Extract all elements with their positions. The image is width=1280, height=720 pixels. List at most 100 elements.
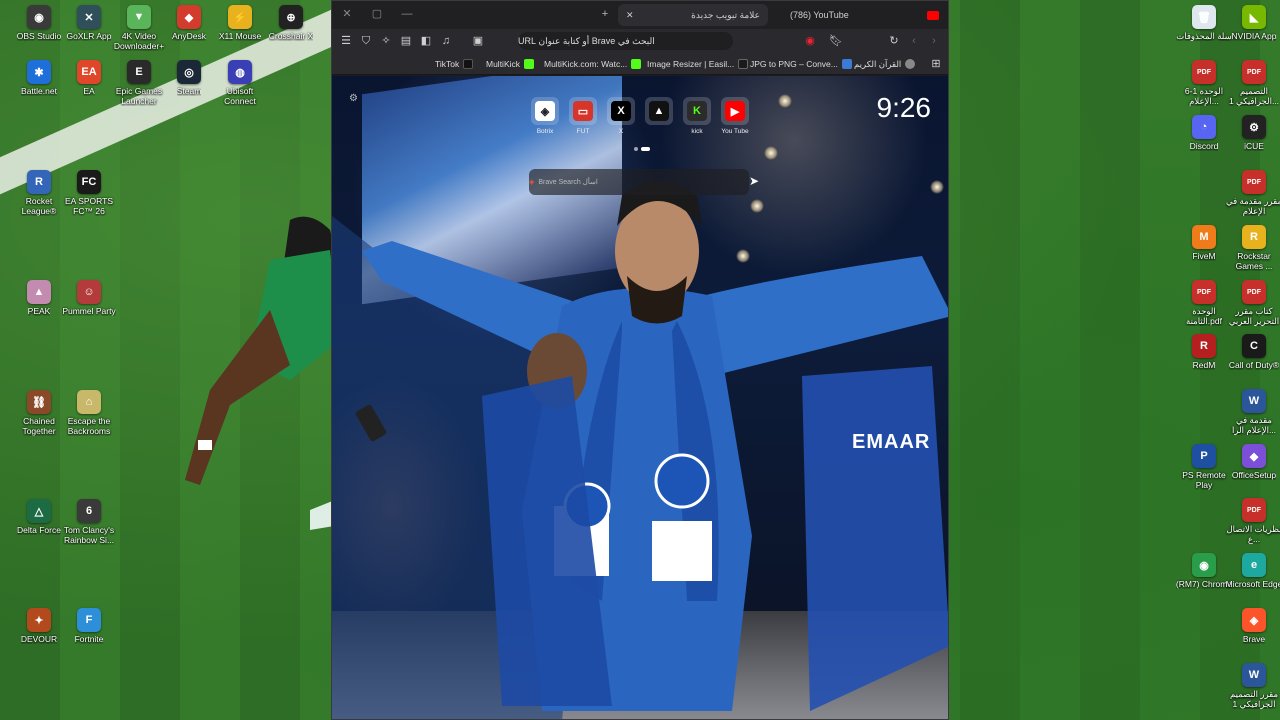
multikick-icon (631, 59, 642, 69)
desktop-icon-label: مقرر مقدمة في الإعلام (1226, 196, 1280, 216)
desktop-icon[interactable]: ⚡ X11 Mouse (211, 5, 269, 41)
page-dot-active[interactable] (641, 147, 650, 151)
bookmark-tiktok[interactable]: TikTok (435, 57, 474, 71)
top-site-label: FUT (576, 128, 590, 135)
menu-icon[interactable]: ☰ (338, 33, 354, 49)
desktop-icon[interactable]: ⌂ Escape the Backrooms (60, 390, 118, 436)
app-icon: ⚙ (1242, 115, 1266, 139)
top-site-tile[interactable]: ◈ Botrix (528, 97, 562, 135)
bookmark-multikick-watch[interactable]: MultiKick.com: Watc... (544, 57, 642, 71)
app-icon: ▲ (27, 280, 51, 304)
desktop-icon[interactable]: PDF التصميم الجرافيكي 1... (1225, 60, 1280, 106)
brave-search-input[interactable]: اسأل Brave Search ◈ (529, 169, 749, 195)
apps-grid-icon[interactable]: ⊞ (928, 56, 944, 72)
record-icon[interactable]: ◉ (802, 33, 818, 49)
minimize-icon[interactable]: — (400, 7, 414, 21)
settings-gear-icon[interactable]: ⚙ (349, 93, 358, 104)
close-tab-icon[interactable]: ✕ (626, 10, 634, 21)
bookmarks-bar: TikTok MultiKick MultiKick.com: Watc... … (332, 53, 948, 75)
tab-title: (786) YouTube (790, 10, 849, 20)
desktop-icon-label: EA SPORTS FC™ 26 (64, 196, 114, 216)
desktop-icon[interactable]: ☺ Pummel Party (60, 280, 118, 316)
desktop-icon-label: التصميم الجرافيكي 1... (1228, 86, 1280, 106)
desktop-icon[interactable]: ◆ AnyDesk (160, 5, 218, 41)
app-icon: ✦ (27, 608, 51, 632)
desktop-icon[interactable]: ◎ Steam (160, 60, 218, 96)
app-icon: e (1242, 553, 1266, 577)
screenshot-icon[interactable]: ▣ (470, 33, 486, 49)
app-icon: ⚡ (228, 5, 252, 29)
desktop-icon[interactable]: 6 Tom Clancy's Rainbow Si... (60, 499, 118, 545)
address-bar-input[interactable]: البحث في Brave أو كتابة عنوان URL (518, 32, 733, 50)
media-icon[interactable]: ♫ (438, 33, 454, 49)
desktop-icon-label: Brave (1242, 634, 1266, 644)
reload-icon[interactable]: ↻ (886, 33, 902, 49)
tab-groups-icon[interactable]: ▤ (398, 33, 414, 49)
desktop-icon[interactable]: PDF مقرر مقدمة في الإعلام (1225, 170, 1280, 216)
app-icon: ◈ (1242, 608, 1266, 632)
top-site-tile[interactable]: Kkick (680, 97, 714, 135)
shield-icon[interactable]: ⛉ (358, 33, 374, 49)
desktop-icon[interactable]: ⊕ Crosshair X (262, 5, 320, 41)
sidebar-icon[interactable]: ◧ (418, 33, 434, 49)
tab-bar: ✕ ▢ — + ✕ علامة تبويب جديدة (786) YouTub… (332, 1, 948, 29)
top-site-tile[interactable]: XX (604, 97, 638, 135)
globe-icon (905, 59, 916, 69)
app-icon: ◎ (177, 60, 201, 84)
bookmark-image-resizer[interactable]: Image Resizer | Easil... (647, 57, 749, 71)
desktop-icon[interactable]: ◍ Ubisoft Connect (211, 60, 269, 106)
top-site-tile[interactable]: ▭ FUT (566, 97, 600, 135)
desktop-icon[interactable]: ◆ OfficeSetup (1225, 444, 1280, 480)
close-window-icon[interactable]: ✕ (340, 7, 354, 21)
converter-icon (841, 59, 852, 69)
desktop-icon-label: مقدمة في الإعلام الرا... (1231, 415, 1277, 435)
desktop-icon[interactable]: FC EA SPORTS FC™ 26 (60, 170, 118, 216)
desktop-icon-label: Steam (176, 86, 202, 96)
page-dot[interactable] (634, 147, 638, 151)
desktop-icon[interactable]: ◈ Brave (1225, 608, 1280, 644)
desktop-icon-label: Escape the Backrooms (67, 416, 111, 436)
clock: 9:26 (876, 92, 932, 123)
tab-new-tab[interactable]: ✕ علامة تبويب جديدة (618, 4, 768, 26)
forward-icon[interactable]: › (926, 33, 942, 49)
tab-youtube[interactable]: (786) YouTube (782, 4, 947, 26)
new-tab-page: EMAAR ⚙ ◈ Botrix ▭ FUT X X ▲ Kkick ▶ You Tube 9:2… (332, 76, 948, 719)
app-icon: ⛓ (27, 390, 51, 414)
extensions-icon[interactable]: ✧ (378, 33, 394, 49)
desktop-icon[interactable]: PDF كتاب مقرر التحرير العربي (1225, 280, 1280, 326)
app-icon: PDF (1192, 60, 1216, 84)
top-site-tile[interactable]: ▶ You Tube (718, 97, 752, 135)
desktop-icon[interactable]: ◣ NVIDIA App (1225, 5, 1280, 41)
desktop-icon[interactable]: W مقرر التصميم الجرافيكي 1 (1225, 663, 1280, 709)
app-icon: FC (77, 170, 101, 194)
desktop-icon-label: OfficeSetup (1231, 470, 1277, 480)
maximize-icon[interactable]: ▢ (370, 7, 384, 21)
bookmark-quran[interactable]: القرآن الكريم (854, 57, 916, 71)
desktop-icon[interactable]: R Rockstar Games ... (1225, 225, 1280, 271)
app-icon: 6 (77, 499, 101, 523)
bookmark-multikick[interactable]: MultiKick (486, 57, 535, 71)
mouse-cursor-icon: ➤ (749, 174, 760, 188)
desktop-icon[interactable]: F Fortnite (60, 608, 118, 644)
desktop-icon[interactable]: e Microsoft Edge (1225, 553, 1280, 589)
app-icon: W (1242, 663, 1266, 687)
desktop-icon-label: Microsoft Edge (1225, 579, 1280, 589)
top-site-tile[interactable]: ▲ (642, 97, 676, 128)
tiktok-icon (463, 59, 474, 69)
new-tab-plus-icon[interactable]: + (598, 7, 612, 21)
bookmark-icon[interactable]: 🔖︎ (828, 33, 844, 49)
desktop-icon[interactable]: PDF نظريات الاتصال ع... (1225, 498, 1280, 544)
desktop-icon-label: Crosshair X (268, 31, 314, 41)
bookmark-jpg-to-png[interactable]: JPG to PNG – Conve... (750, 57, 852, 71)
desktop-icon-label: PEAK (27, 306, 51, 316)
desktop-icon[interactable]: ⚙ iCUE (1225, 115, 1280, 151)
top-site-icon: ▲ (645, 97, 673, 125)
desktop-icon-label: مقرر التصميم الجرافيكي 1 (1229, 689, 1279, 709)
top-site-icon: ◈ (531, 97, 559, 125)
bookmark-label: TikTok (435, 59, 460, 69)
app-icon: P (1192, 444, 1216, 468)
back-icon[interactable]: ‹ (906, 33, 922, 49)
top-site-label: kick (691, 128, 703, 135)
desktop-icon[interactable]: C Call of Duty® (1225, 334, 1280, 370)
desktop-icon[interactable]: W مقدمة في الإعلام الرا... (1225, 389, 1280, 435)
